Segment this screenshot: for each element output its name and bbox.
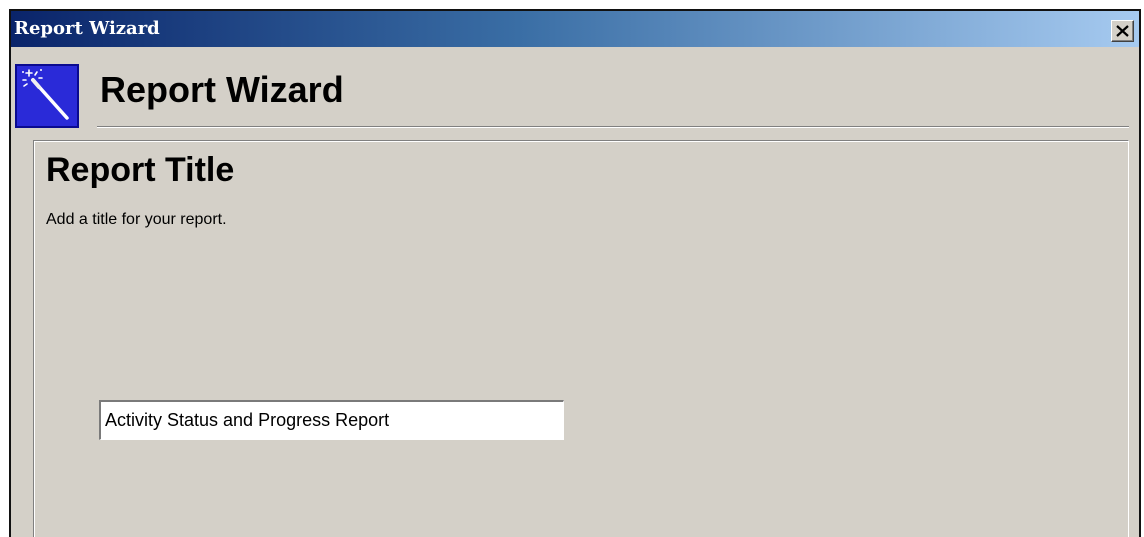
close-button[interactable] [1111, 20, 1134, 42]
window-title: Report Wizard [14, 18, 160, 39]
step-title: Report Title [46, 151, 235, 189]
wizard-header: Report Wizard [11, 47, 1139, 139]
report-wizard-window: Report Wizard Report Wizard Report Title… [9, 9, 1141, 537]
step-panel: Report Title Add a title for your report… [33, 140, 1129, 537]
step-description: Add a title for your report. [46, 211, 227, 228]
magic-wand-icon [15, 64, 79, 128]
report-title-input[interactable] [99, 400, 564, 440]
title-bar[interactable]: Report Wizard [11, 11, 1139, 47]
close-icon [1116, 25, 1129, 37]
header-divider [97, 126, 1129, 127]
wizard-heading: Report Wizard [100, 69, 344, 110]
